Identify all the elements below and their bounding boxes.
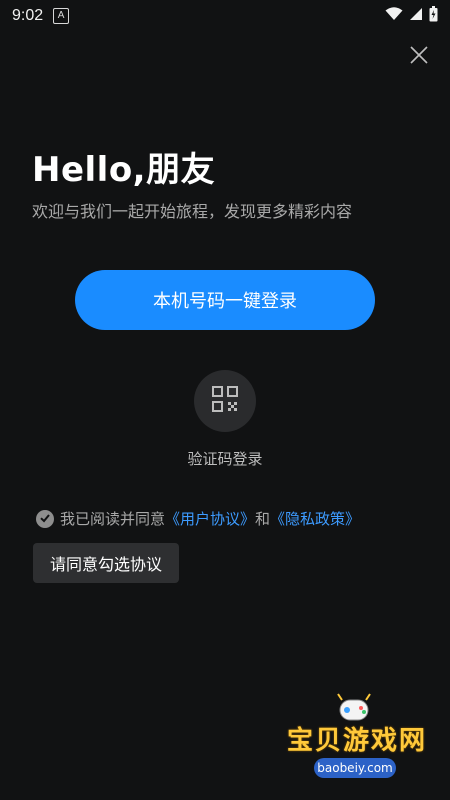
one-click-login-button[interactable]: 本机号码一键登录 <box>75 270 375 330</box>
check-icon <box>39 510 51 528</box>
agreement-row: 我已阅读并同意 《用户协议》 和 《隐私政策》 <box>36 508 360 529</box>
verification-login-button[interactable] <box>194 370 256 432</box>
status-left: 9:02 A <box>12 7 70 25</box>
watermark-url: baobeiy.com <box>317 761 393 775</box>
status-time: 9:02 <box>12 7 44 24</box>
one-click-login-label: 本机号码一键登录 <box>153 291 297 312</box>
notification-icon: A <box>53 8 70 24</box>
watermark: 宝贝游戏网 baobeiy.com <box>280 690 430 782</box>
watermark-url-badge: baobeiy.com <box>314 758 396 778</box>
privacy-policy-link[interactable]: 《隐私政策》 <box>270 508 360 529</box>
close-icon <box>409 45 429 69</box>
watermark-name: 宝贝游戏网 <box>286 726 427 756</box>
battery-icon <box>429 5 438 27</box>
page-title: Hello,朋友 <box>32 150 216 190</box>
agreement-tooltip-text: 请同意勾选协议 <box>49 555 162 574</box>
status-bar: 9:02 A <box>0 0 450 32</box>
agreement-prefix: 我已阅读并同意 <box>60 510 166 528</box>
qr-code-icon <box>211 385 239 417</box>
user-agreement-link[interactable]: 《用户协议》 <box>165 508 255 529</box>
verification-login-label[interactable]: 验证码登录 <box>0 448 450 469</box>
status-right <box>385 5 438 27</box>
agreement-tooltip: 请同意勾选协议 <box>33 543 179 583</box>
agreement-checkbox[interactable] <box>36 509 54 528</box>
gamepad-logo-icon <box>332 690 376 724</box>
cellular-icon <box>409 7 423 26</box>
wifi-icon <box>385 6 403 26</box>
page-subtitle: 欢迎与我们一起开始旅程，发现更多精彩内容 <box>32 202 353 221</box>
close-button[interactable] <box>406 44 432 70</box>
agreement-conjunction: 和 <box>255 510 271 528</box>
notification-badge-text: A <box>57 10 65 21</box>
